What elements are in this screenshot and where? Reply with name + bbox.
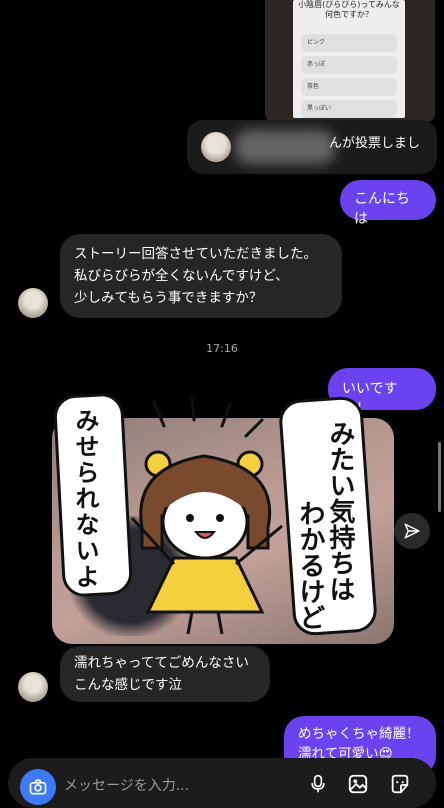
camera-icon (29, 779, 47, 795)
outgoing-message[interactable]: こんにちは (340, 180, 436, 227)
message-text: こんにちは (354, 191, 410, 227)
story-reply-card[interactable]: 小陰唇(びらびら)ってみんな何色ですか？ ピンク 赤っぽ 茶色 黒っぽい (265, 0, 435, 122)
avatar[interactable] (18, 672, 48, 702)
blurred-username (235, 130, 335, 164)
microphone-icon (311, 774, 325, 793)
image-icon (348, 774, 368, 794)
message-input[interactable]: メッセージを入力... (64, 775, 189, 795)
sticker-button[interactable] (388, 772, 412, 796)
share-button[interactable] (394, 513, 430, 549)
message-line: 少しみてもらう事できますか？ (74, 290, 263, 306)
send-icon (404, 523, 420, 539)
timestamp: 17:16 (206, 342, 238, 355)
message-line: ストーリー回答させていただきました。 (74, 246, 317, 262)
poll-option: 茶色 (301, 78, 397, 96)
girl-sticker (130, 398, 283, 635)
message-composer: メッセージを入力... (8, 758, 436, 808)
story-question: 小陰唇(びらびら)ってみんな何色ですか？ (298, 0, 400, 19)
scrollbar[interactable] (438, 442, 441, 512)
message-line: こんな感じです泣 (74, 677, 182, 693)
message-line: 濡れちゃっててごめんなさい (74, 655, 249, 671)
vote-notice-bubble: んが投票しまし (187, 120, 437, 174)
message-line: 私びらびらが全くないんですけど、 (74, 268, 289, 284)
avatar[interactable] (18, 288, 48, 318)
poll-option: 黒っぽい (301, 100, 397, 118)
story-preview: 小陰唇(びらびら)ってみんな何色ですか？ ピンク 赤っぽ 茶色 黒っぽい (293, 0, 405, 118)
vote-notice-text: んが投票しまし (329, 136, 421, 151)
sticker-icon (391, 774, 409, 794)
sticker-left-text: みせられないよ (71, 408, 99, 590)
avatar (201, 132, 231, 162)
microphone-button[interactable] (306, 772, 330, 796)
poll-option: ピンク (301, 34, 397, 52)
gallery-button[interactable] (346, 772, 370, 796)
poll-option: 赤っぽ (301, 56, 397, 74)
incoming-message[interactable]: ストーリー回答させていただきました。 私びらびらが全くないんですけど、 少しみて… (60, 234, 342, 318)
incoming-message[interactable]: 濡れちゃっててごめんなさい こんな感じです泣 (60, 646, 270, 702)
message-line: めちゃくちゃ綺麗！ (298, 726, 420, 742)
